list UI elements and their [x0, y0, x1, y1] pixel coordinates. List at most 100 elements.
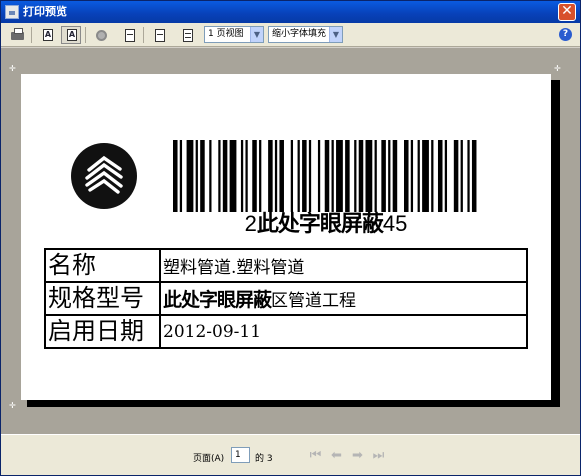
- help-icon[interactable]: ?: [559, 28, 572, 41]
- barcode-bar: [471, 140, 477, 212]
- row-value-suffix: 区管道工程: [271, 291, 357, 311]
- page-width-button[interactable]: [149, 26, 169, 44]
- barcode-bar: [222, 140, 228, 212]
- barcode-bar: [200, 140, 205, 212]
- title-bar[interactable]: 打印预览 ✕: [1, 1, 580, 23]
- barcode-bar: [388, 140, 391, 212]
- one-page-button[interactable]: [119, 26, 139, 44]
- barcode-bar: [268, 140, 273, 212]
- app-icon: [5, 5, 19, 19]
- barcode-bar: [417, 140, 420, 212]
- table-row: 规格型号 此处字眼屏蔽区管道工程: [44, 281, 528, 316]
- settings-button[interactable]: [91, 26, 111, 44]
- barcode-bar: [229, 140, 237, 212]
- barcode-bar: [186, 140, 194, 212]
- row-label: 规格型号: [44, 281, 161, 316]
- page-width-icon: [155, 29, 165, 42]
- barcode-number: 2此处字眼屏蔽45: [171, 211, 481, 237]
- chevron-down-icon[interactable]: ▼: [250, 27, 263, 42]
- barcode-bar: [467, 140, 470, 212]
- barcode-bar: [354, 140, 357, 212]
- barcode-bar: [437, 140, 443, 212]
- close-button[interactable]: ✕: [558, 3, 576, 21]
- row-value: 此处字眼屏蔽区管道工程: [159, 281, 528, 316]
- barcode-bar: [358, 140, 364, 212]
- page-total: 的 3: [255, 454, 273, 464]
- barcode-bar: [336, 140, 343, 212]
- page-label: 页面(A): [193, 454, 225, 464]
- barcode-mask: 此处字眼屏蔽: [256, 211, 384, 236]
- row-value-text: 塑料管道.塑料管道: [163, 258, 305, 278]
- info-table: 名称 塑料管道.塑料管道 规格型号 此处字眼屏蔽区管道工程 启用日期 2012-…: [44, 248, 528, 349]
- barcode-bar: [317, 140, 321, 212]
- preview-area[interactable]: ✛ ✛ ✛ 2此处字眼屏蔽45 名称 塑料管道.塑料管道 规格型号 此处字眼屏蔽…: [1, 48, 580, 434]
- barcode-bar: [453, 140, 459, 212]
- barcode-bar: [422, 140, 429, 212]
- resize-handle-icon[interactable]: ✛: [9, 402, 16, 410]
- resize-handle-icon[interactable]: ✛: [9, 65, 16, 73]
- auto-zoom-icon: A: [67, 29, 77, 41]
- table-row: 启用日期 2012-09-11: [44, 314, 528, 349]
- barcode-bar: [444, 140, 448, 212]
- barcode-bar: [308, 140, 312, 212]
- barcode-bar: [392, 140, 398, 212]
- barcode: [173, 140, 477, 212]
- page-number-input[interactable]: 1: [231, 447, 250, 463]
- view-select-value: 1 页视图: [208, 29, 244, 39]
- print-preview-window: 打印预览 ✕ A A 1 页视图 ▼ 缩小字体填充 ▼ ? ✛ ✛ ✛ 2此处字…: [0, 0, 581, 476]
- barcode-bar: [297, 140, 300, 212]
- row-value-mask: 此处字眼屏蔽: [163, 289, 272, 311]
- toolbar-separator: [143, 27, 144, 43]
- barcode-bar: [431, 140, 434, 212]
- barcode-bar: [374, 140, 377, 212]
- barcode-bar: [365, 140, 373, 212]
- row-label: 启用日期: [44, 314, 161, 349]
- barcode-bar: [410, 140, 414, 212]
- barcode-bar: [404, 140, 409, 212]
- zoom-button[interactable]: A: [37, 26, 57, 44]
- last-page-icon[interactable]: ⏭: [370, 448, 387, 463]
- fit-select[interactable]: 缩小字体填充 ▼: [268, 26, 343, 43]
- barcode-bar: [290, 140, 294, 212]
- barcode-bar: [259, 140, 262, 212]
- barcode-prefix: 2: [244, 211, 257, 236]
- print-button[interactable]: [7, 26, 27, 44]
- barcode-bar: [274, 140, 278, 212]
- barcode-bar: [252, 140, 257, 212]
- toolbar-separator: [31, 27, 32, 43]
- toolbar-separator: [85, 27, 86, 43]
- printer-icon: [11, 28, 24, 40]
- status-bar: 页面(A) 1 的 3 ⏮ ⬅ ➡ ⏭: [1, 434, 580, 475]
- first-page-icon[interactable]: ⏮: [307, 448, 324, 463]
- barcode-bar: [381, 140, 386, 212]
- barcode-bar: [195, 140, 198, 212]
- next-page-icon[interactable]: ➡: [349, 448, 366, 463]
- auto-zoom-button[interactable]: A: [61, 26, 81, 44]
- window-title: 打印预览: [23, 5, 67, 18]
- barcode-bar: [179, 140, 183, 212]
- barcode-bar: [245, 140, 248, 212]
- table-row: 名称 塑料管道.塑料管道: [44, 248, 528, 283]
- barcode-bar: [324, 140, 330, 212]
- one-page-icon: [125, 29, 135, 42]
- fit-select-value: 缩小字体填充: [272, 29, 327, 39]
- resize-handle-icon[interactable]: ✛: [554, 65, 561, 73]
- barcode-suffix: 45: [382, 211, 408, 236]
- chevron-down-icon[interactable]: ▼: [329, 27, 342, 42]
- two-pages-icon: [183, 29, 193, 42]
- previous-page-icon[interactable]: ⬅: [328, 448, 345, 463]
- row-value: 塑料管道.塑料管道: [159, 248, 528, 283]
- two-pages-button[interactable]: [177, 26, 197, 44]
- row-value: 2012-09-11: [159, 314, 528, 349]
- barcode-bar: [345, 140, 350, 212]
- barcode-bar: [279, 140, 284, 212]
- view-select[interactable]: 1 页视图 ▼: [204, 26, 264, 43]
- barcode-bar: [460, 140, 463, 212]
- gear-icon: [96, 30, 107, 41]
- zoom-icon: A: [43, 29, 53, 41]
- barcode-bar: [331, 140, 334, 212]
- barcode-bar: [209, 140, 212, 212]
- row-label: 名称: [44, 248, 161, 283]
- barcode-bar: [302, 140, 307, 212]
- barcode-bar: [173, 140, 178, 212]
